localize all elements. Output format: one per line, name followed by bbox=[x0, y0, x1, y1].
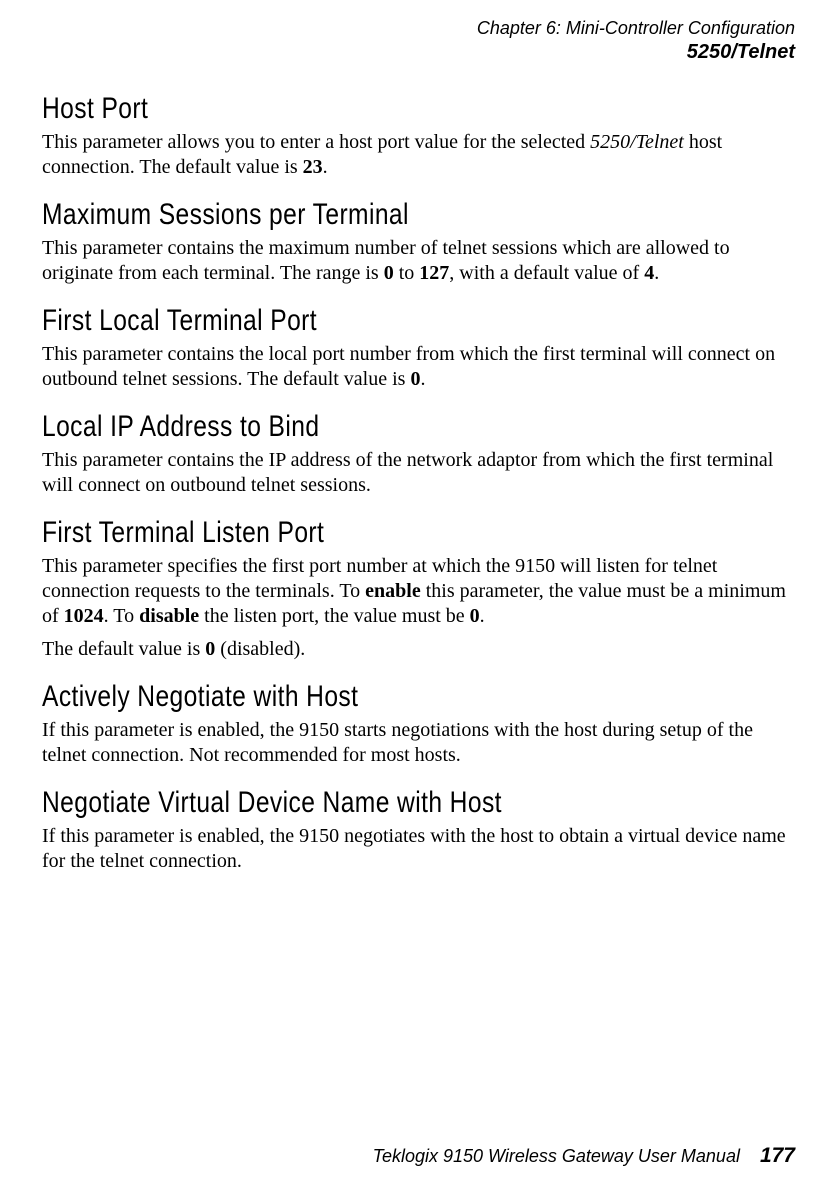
heading-local-ip: Local IP Address to Bind bbox=[42, 410, 659, 444]
text: to bbox=[394, 262, 420, 284]
text: . To bbox=[104, 605, 139, 627]
paragraph: This parameter specifies the first port … bbox=[42, 554, 795, 629]
text-bold: 0 bbox=[384, 262, 394, 284]
text-bold: 4 bbox=[644, 262, 654, 284]
heading-first-local: First Local Terminal Port bbox=[42, 304, 659, 338]
paragraph: This parameter contains the maximum numb… bbox=[42, 236, 795, 286]
page: Chapter 6: Mini-Controller Configuration… bbox=[0, 0, 837, 1198]
text-bold: 127 bbox=[419, 262, 449, 284]
text-bold: enable bbox=[365, 580, 421, 602]
heading-max-sessions: Maximum Sessions per Terminal bbox=[42, 198, 659, 232]
heading-host-port: Host Port bbox=[42, 92, 659, 126]
text: , with a default value of bbox=[449, 262, 644, 284]
paragraph: The default value is 0 (disabled). bbox=[42, 637, 795, 662]
footer-page-number: 177 bbox=[760, 1144, 795, 1167]
heading-actively-negotiate: Actively Negotiate with Host bbox=[42, 680, 659, 714]
text-bold: 1024 bbox=[64, 605, 104, 627]
text: . bbox=[654, 262, 659, 284]
text-bold: 0 bbox=[470, 605, 480, 627]
text-bold: 0 bbox=[410, 368, 420, 390]
heading-negotiate-virtual: Negotiate Virtual Device Name with Host bbox=[42, 786, 659, 820]
text: (disabled). bbox=[215, 638, 305, 660]
page-footer: Teklogix 9150 Wireless Gateway User Manu… bbox=[373, 1144, 795, 1168]
text: The default value is bbox=[42, 638, 205, 660]
text-italic: 5250/Telnet bbox=[590, 131, 684, 153]
text-bold: 0 bbox=[205, 638, 215, 660]
text-bold: 23 bbox=[303, 156, 323, 178]
paragraph: If this parameter is enabled, the 9150 s… bbox=[42, 718, 795, 768]
text-bold: disable bbox=[139, 605, 199, 627]
footer-manual-title: Teklogix 9150 Wireless Gateway User Manu… bbox=[373, 1146, 740, 1166]
text: . bbox=[323, 156, 328, 178]
text: . bbox=[420, 368, 425, 390]
paragraph: If this parameter is enabled, the 9150 n… bbox=[42, 824, 795, 874]
heading-listen-port: First Terminal Listen Port bbox=[42, 516, 659, 550]
page-header: Chapter 6: Mini-Controller Configuration… bbox=[42, 18, 795, 64]
paragraph: This parameter contains the IP address o… bbox=[42, 448, 795, 498]
text: the listen port, the value must be bbox=[199, 605, 470, 627]
paragraph: This parameter contains the local port n… bbox=[42, 342, 795, 392]
paragraph: This parameter allows you to enter a hos… bbox=[42, 130, 795, 180]
header-section: 5250/Telnet bbox=[42, 40, 795, 64]
header-chapter: Chapter 6: Mini-Controller Configuration bbox=[42, 18, 795, 40]
text: This parameter allows you to enter a hos… bbox=[42, 131, 590, 153]
text: . bbox=[480, 605, 485, 627]
text: This parameter contains the local port n… bbox=[42, 343, 775, 390]
